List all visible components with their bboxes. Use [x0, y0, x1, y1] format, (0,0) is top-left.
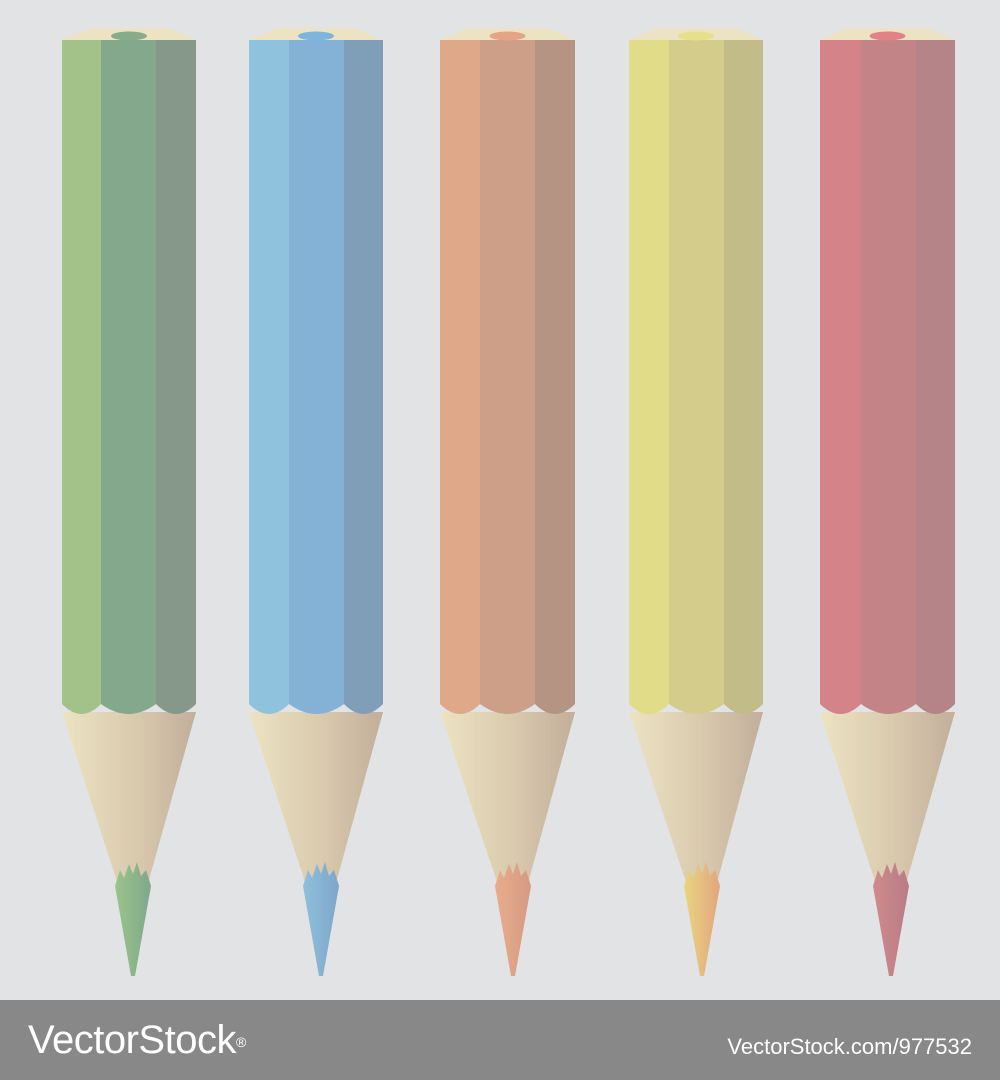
pencil-face-front [101, 40, 156, 714]
pencil-face-left [629, 40, 669, 714]
pencil-face-right [724, 40, 763, 714]
watermark-logo: VectorStock® [28, 1018, 246, 1062]
pencil-face-right [916, 40, 955, 714]
pencil-face-right [156, 40, 196, 714]
pencil-face-front [669, 40, 724, 714]
pencil-face-left [440, 40, 480, 714]
pencil-face-right [535, 40, 575, 714]
pencil-face-front [480, 40, 535, 714]
pencil-core [111, 31, 147, 41]
pencil-face-front [861, 40, 916, 714]
pencil-core [489, 31, 526, 41]
pencil-face-left [62, 40, 101, 714]
pencil-core [678, 31, 714, 41]
pencil-core [298, 31, 334, 41]
pencil-face-left [249, 40, 289, 714]
pencil-face-front [289, 40, 344, 714]
pencil-core [869, 31, 906, 41]
watermark-bar: VectorStock® VectorStock.com/977532 [0, 1000, 1000, 1080]
pencil-face-left [820, 40, 861, 714]
pencil-face-right [344, 40, 383, 714]
watermark-url: VectorStock.com/977532 [727, 1034, 972, 1059]
pencils-illustration [0, 0, 1000, 1000]
